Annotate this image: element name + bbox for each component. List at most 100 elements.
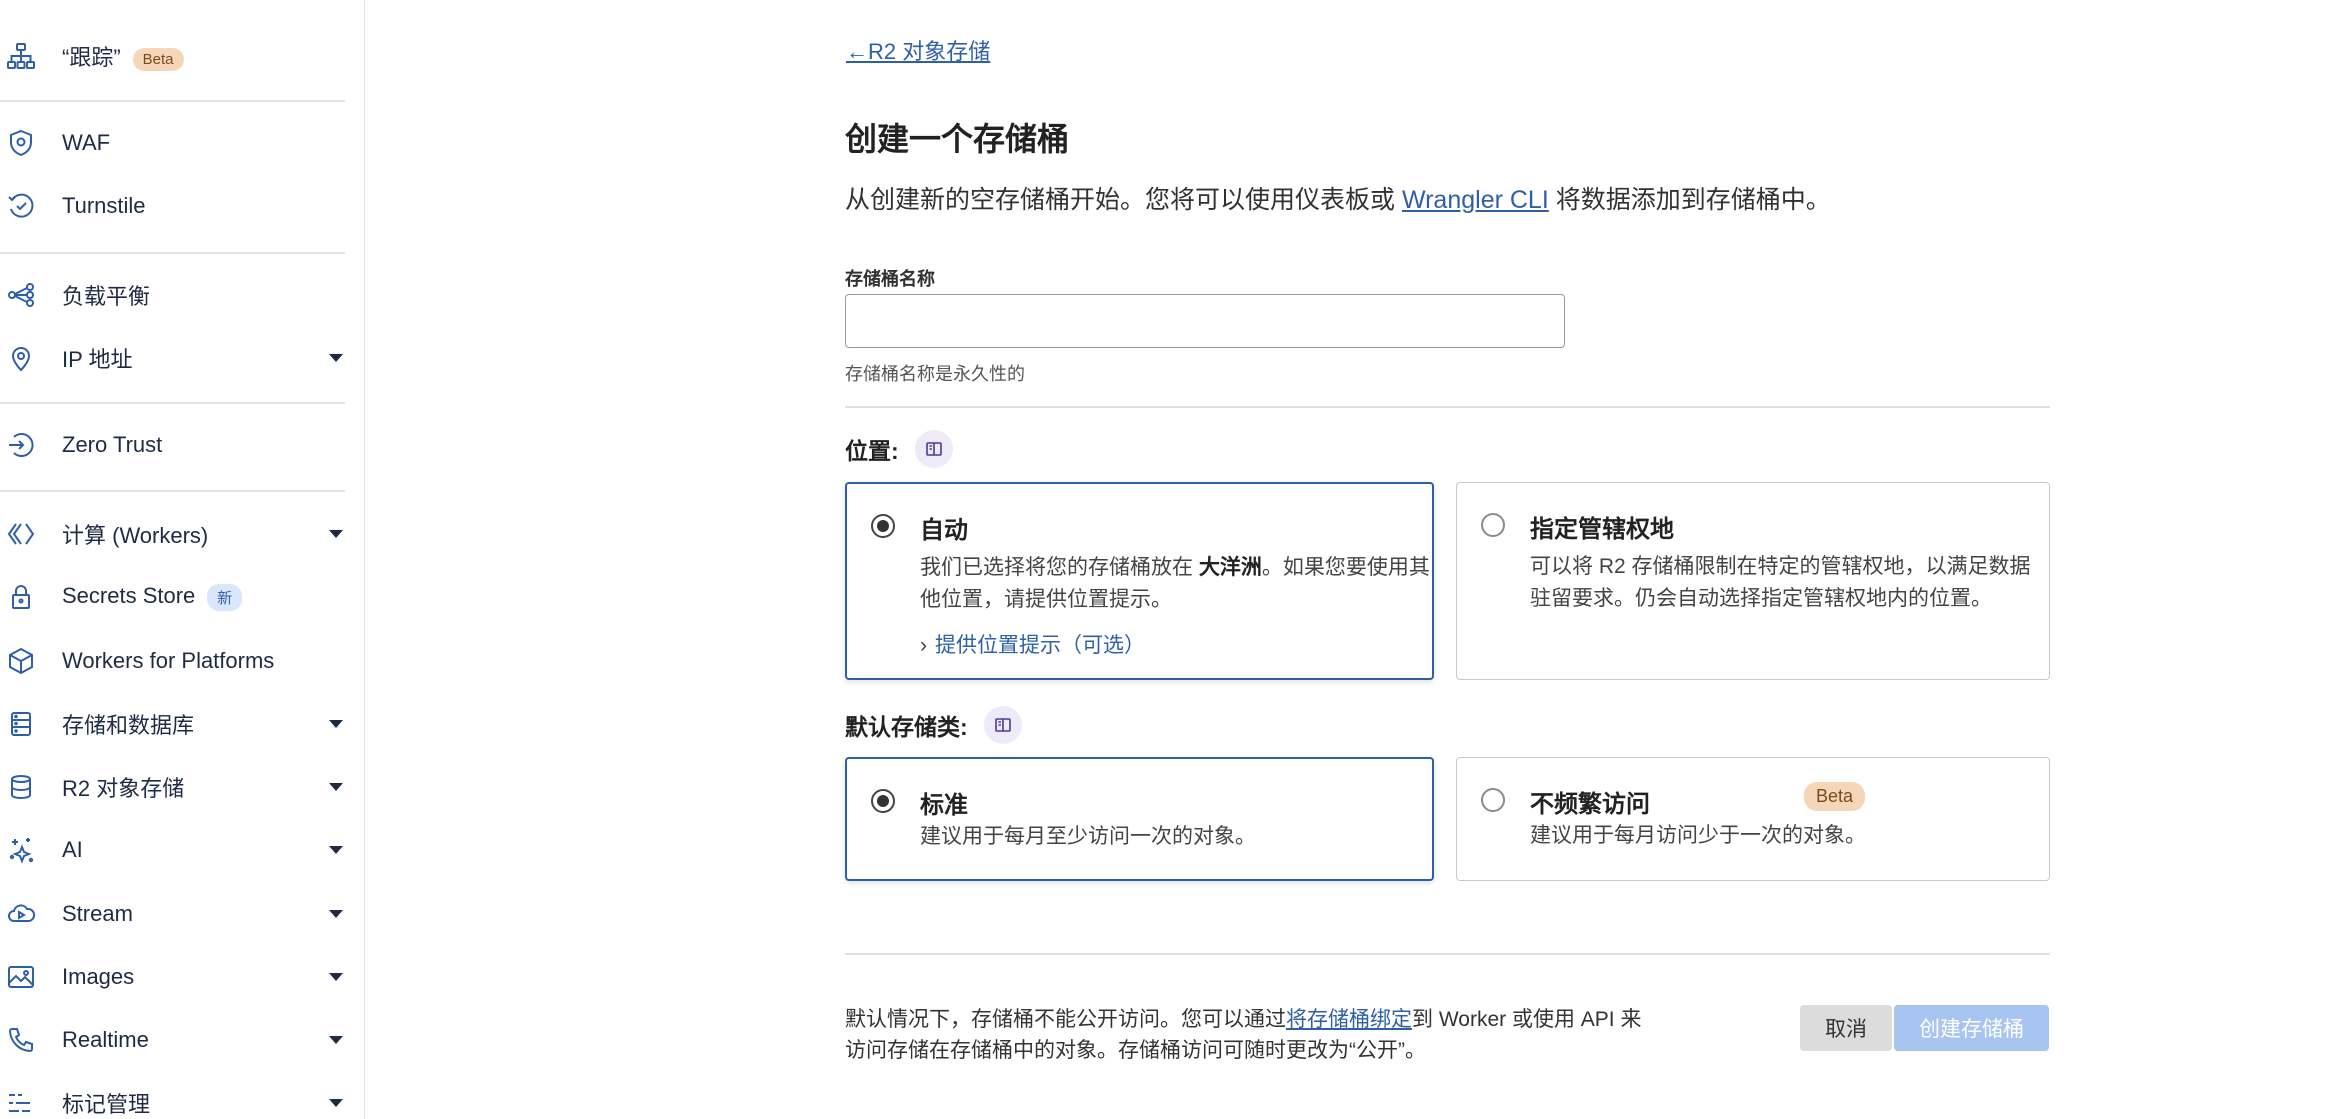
sidebar-item-workers[interactable]: 计算 (Workers) xyxy=(0,504,345,564)
sidebar-item-storage-databases[interactable]: 存储和数据库 xyxy=(0,694,345,754)
cancel-button[interactable]: 取消 xyxy=(1800,1005,1892,1051)
back-link[interactable]: ←R2 对象存储 xyxy=(846,34,990,66)
chevron-down-icon[interactable] xyxy=(329,1036,343,1044)
bucket-name-label: 存储桶名称 xyxy=(845,269,935,289)
chevron-down-icon[interactable] xyxy=(329,720,343,728)
sidebar-item-label: Workers for Platforms xyxy=(62,648,275,673)
lock-icon xyxy=(6,582,36,612)
sidebar-item-waf[interactable]: WAF xyxy=(0,113,345,173)
wrangler-cli-link[interactable]: Wrangler CLI xyxy=(1402,186,1549,214)
sidebar-item-secrets-store[interactable]: Secrets Store 新 xyxy=(0,567,345,627)
docs-book-icon[interactable] xyxy=(983,706,1022,744)
sidebar-item-label: Turnstile xyxy=(62,193,146,218)
sidebar-item-turnstile[interactable]: Turnstile xyxy=(0,176,345,236)
create-bucket-button[interactable]: 创建存储桶 xyxy=(1894,1005,2049,1051)
location-option-auto[interactable]: 自动 我们已选择将您的存储桶放在 大洋洲。如果您要使用其他位置，请提供位置提示。… xyxy=(845,482,1434,680)
location-pin-icon xyxy=(6,343,36,373)
sidebar-item-images[interactable]: Images xyxy=(0,947,345,1007)
sidebar-item-label: Zero Trust xyxy=(62,432,163,457)
bucket-name-input[interactable] xyxy=(845,294,1565,348)
section-divider xyxy=(845,953,2050,955)
chevron-down-icon[interactable] xyxy=(329,846,343,854)
sidebar-item-label: 负载平衡 xyxy=(62,284,151,309)
shield-gear-icon xyxy=(6,128,36,158)
beta-badge: Beta xyxy=(132,47,184,71)
sidebar-item-label: IP 地址 xyxy=(62,347,133,372)
sidebar-item-label: Images xyxy=(62,964,135,989)
sidebar-item-label: 计算 (Workers) xyxy=(62,523,209,548)
stream-cloud-icon xyxy=(6,899,36,929)
location-option-jurisdiction[interactable]: 指定管辖权地 可以将 R2 存储桶限制在特定的管辖权地，以满足数据驻留要求。仍会… xyxy=(1456,482,2050,680)
chevron-down-icon[interactable] xyxy=(329,530,343,538)
turnstile-icon xyxy=(6,191,36,221)
public-access-note: 默认情况下，存储桶不能公开访问。您可以通过将存储桶绑定到 Worker 或使用 … xyxy=(845,1008,1642,1062)
section-divider xyxy=(845,406,2050,408)
sidebar-item-label: Secrets Store 新 xyxy=(62,583,243,611)
chevron-down-icon[interactable] xyxy=(329,354,343,362)
load-balancer-icon xyxy=(6,280,36,310)
sidebar-item-stream[interactable]: Stream xyxy=(0,884,345,944)
sitemap-icon xyxy=(6,41,36,71)
page-description: 从创建新的空存储桶开始。您将可以使用仪表板或 Wrangler CLI 将数据添… xyxy=(845,186,1831,214)
chevron-down-icon[interactable] xyxy=(329,973,343,981)
cube-icon xyxy=(6,646,36,676)
sidebar-item-tag-management[interactable]: 标记管理 xyxy=(0,1073,345,1119)
sidebar-item-r2[interactable]: R2 对象存储 xyxy=(0,757,345,817)
bind-bucket-link[interactable]: 将存储桶绑定 xyxy=(1286,1008,1412,1031)
zero-trust-icon xyxy=(6,430,36,460)
page-title: 创建一个存储桶 xyxy=(845,121,1070,157)
image-icon xyxy=(6,962,36,992)
option-title: 自动 xyxy=(920,517,968,544)
arrow-left-icon: ← xyxy=(846,39,868,64)
storage-class-infrequent[interactable]: 不频繁访问 Beta 建议用于每月访问少于一次的对象。 xyxy=(1456,757,2050,881)
radio-infrequent[interactable] xyxy=(1481,788,1505,812)
sidebar-item-trace[interactable]: “跟踪” Beta xyxy=(0,26,345,86)
sidebar-partial-icon xyxy=(6,0,36,11)
location-hint-link[interactable]: › 提供位置提示（可选） xyxy=(920,629,1145,659)
docs-book-icon[interactable] xyxy=(914,430,953,468)
beta-badge: Beta xyxy=(1804,782,1866,811)
chevron-down-icon[interactable] xyxy=(329,783,343,791)
location-section-title: 位置: xyxy=(845,430,953,468)
main-content: ←R2 对象存储 创建一个存储桶 从创建新的空存储桶开始。您将可以使用仪表板或 … xyxy=(366,0,2330,1119)
chevron-down-icon[interactable] xyxy=(329,1099,343,1107)
option-description: 可以将 R2 存储桶限制在特定的管辖权地，以满足数据驻留要求。仍会自动选择指定管… xyxy=(1530,555,2031,610)
sidebar-item-ip-address[interactable]: IP 地址 xyxy=(0,328,345,388)
sidebar-item-label: AI xyxy=(62,837,83,862)
sidebar-item-partial[interactable] xyxy=(0,0,345,6)
sidebar-item-label: R2 对象存储 xyxy=(62,776,185,801)
sidebar-divider xyxy=(0,490,345,492)
radio-auto[interactable] xyxy=(871,514,895,538)
radio-standard[interactable] xyxy=(871,789,895,813)
sidebar-item-label: 标记管理 xyxy=(62,1092,151,1117)
sidebar-divider xyxy=(0,402,345,404)
chevron-down-icon[interactable] xyxy=(329,910,343,918)
sidebar-item-load-balancing[interactable]: 负载平衡 xyxy=(0,265,345,325)
option-title: 标准 xyxy=(920,792,968,819)
sidebar-item-label: 存储和数据库 xyxy=(62,713,195,738)
option-description: 我们已选择将您的存储桶放在 大洋洲。如果您要使用其他位置，请提供位置提示。 xyxy=(920,556,1430,611)
sidebar-item-zero-trust[interactable]: Zero Trust xyxy=(0,415,345,475)
tag-list-icon xyxy=(6,1088,36,1118)
storage-class-section-title: 默认存储类: xyxy=(845,706,1022,744)
storage-class-standard[interactable]: 标准 建议用于每月至少访问一次的对象。 xyxy=(845,757,1434,881)
sidebar-divider xyxy=(0,100,345,102)
sidebar-divider xyxy=(0,252,345,254)
radio-jurisdiction[interactable] xyxy=(1481,513,1505,537)
sidebar-item-label: WAF xyxy=(62,130,111,155)
new-badge: 新 xyxy=(207,583,243,611)
sidebar-item-ai[interactable]: AI xyxy=(0,820,345,880)
sidebar: “跟踪” Beta WAF Turnstile 负载平衡 IP 地址 Zero T… xyxy=(0,0,365,1119)
option-description: 建议用于每月访问少于一次的对象。 xyxy=(1530,824,1866,847)
sidebar-item-workers-for-platforms[interactable]: Workers for Platforms xyxy=(0,631,345,691)
option-title: 指定管辖权地 xyxy=(1530,516,1674,543)
chevron-right-icon: › xyxy=(920,634,927,657)
database-icon xyxy=(6,709,36,739)
sidebar-item-realtime[interactable]: Realtime xyxy=(0,1010,345,1070)
workers-icon xyxy=(6,519,36,549)
bucket-name-hint: 存储桶名称是永久性的 xyxy=(845,364,1025,384)
option-title: 不频繁访问 xyxy=(1530,791,1650,818)
sidebar-item-label: Realtime xyxy=(62,1027,149,1052)
phone-icon xyxy=(6,1025,36,1055)
sidebar-item-label: Stream xyxy=(62,901,133,926)
